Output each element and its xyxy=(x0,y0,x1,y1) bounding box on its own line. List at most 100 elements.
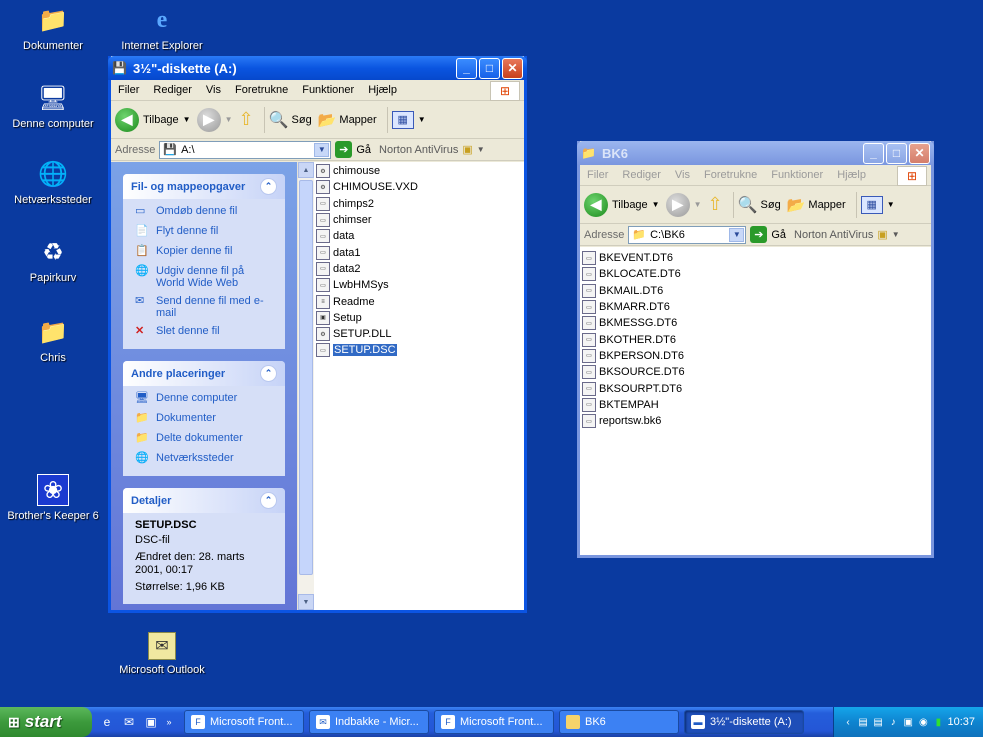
file-item[interactable]: ▭ data1 xyxy=(314,244,524,260)
menu-foretrukne[interactable]: Foretrukne xyxy=(228,84,295,96)
clock[interactable]: 10:37 xyxy=(947,716,975,728)
outlook-quicklaunch-icon[interactable]: ✉ xyxy=(120,713,138,731)
address-input[interactable]: 📁 C:\BK6 ▼ xyxy=(628,225,747,244)
place-netvaerkssteder[interactable]: 🌐 Netværkssteder xyxy=(135,452,275,466)
search-button[interactable]: 🔍 Søg xyxy=(738,195,781,215)
back-button[interactable]: ◀ Tilbage ▼ xyxy=(584,192,660,217)
window-diskette-titlebar[interactable]: 💾 3½"-diskette (A:) _ □ ✕ xyxy=(108,56,527,80)
menu-funktioner[interactable]: Funktioner xyxy=(295,84,361,96)
menu-hjaelp[interactable]: Hjælp xyxy=(830,169,873,181)
menu-foretrukne[interactable]: Foretrukne xyxy=(697,169,764,181)
file-item[interactable]: ⚙ CHIMOUSE.VXD xyxy=(314,179,524,195)
norton-antivirus-button[interactable]: Norton AntiVirus ▣ ▼ xyxy=(794,228,900,242)
menu-rediger[interactable]: Rediger xyxy=(146,84,199,96)
folders-button[interactable]: 📂 Mapper xyxy=(787,196,846,214)
file-item[interactable]: ▭ BKLOCATE.DT6 xyxy=(580,266,931,282)
file-item[interactable]: ⚙ SETUP.DLL xyxy=(314,326,524,342)
chevron-left-icon[interactable]: ‹ xyxy=(842,715,854,729)
monitor-tray-icon[interactable]: ◉ xyxy=(917,715,929,729)
forward-button[interactable]: ▶ ▼ xyxy=(196,107,233,132)
window-bk6-titlebar[interactable]: 📁 BK6 _ □ ✕ xyxy=(577,141,934,165)
file-item[interactable]: ▭ BKEVENT.DT6 xyxy=(580,250,931,266)
file-item[interactable]: ▭ chimser xyxy=(314,212,524,228)
back-button[interactable]: ◀ Tilbage ▼ xyxy=(115,107,191,132)
up-button[interactable]: ⇧ xyxy=(708,194,723,215)
file-item[interactable]: ⚙ chimouse xyxy=(314,163,524,179)
taskbar-button-frontpage-2[interactable]: F Microsoft Front... xyxy=(434,710,554,734)
menu-vis[interactable]: Vis xyxy=(199,84,228,96)
search-button[interactable]: 🔍 Søg xyxy=(269,110,312,130)
close-button[interactable]: ✕ xyxy=(909,142,930,164)
file-item[interactable]: ▭ reportsw.bk6 xyxy=(580,413,931,429)
views-button[interactable]: ▦ ▼ xyxy=(860,195,895,214)
menu-filer[interactable]: Filer xyxy=(580,169,615,181)
start-button[interactable]: ⊞ start xyxy=(0,707,92,737)
collapse-chevron-icon[interactable]: ⌃ xyxy=(260,365,277,382)
task-publish-web[interactable]: 🌐 Udgiv denne fil på World Wide Web xyxy=(135,265,275,289)
maximize-button[interactable]: □ xyxy=(886,142,907,164)
place-denne-computer[interactable]: 🖥 Denne computer xyxy=(135,392,275,406)
collapse-chevron-icon[interactable]: ⌃ xyxy=(260,178,277,195)
taskbar-button-diskette[interactable]: ▬ 3½"-diskette (A:) xyxy=(684,710,804,734)
desktop-icon-netvaerkssteder[interactable]: 🌐 Netværkssteder xyxy=(3,158,103,207)
file-item[interactable]: ▭ LwbHMSys xyxy=(314,277,524,293)
meter-tray-icon[interactable]: ▮ xyxy=(932,715,944,729)
minimize-button[interactable]: _ xyxy=(456,57,477,79)
taskbar-button-bk6[interactable]: BK6 xyxy=(559,710,679,734)
file-item[interactable]: ▭ BKPERSON.DT6 xyxy=(580,348,931,364)
file-item[interactable]: ▭ data2 xyxy=(314,261,524,277)
file-item-selected[interactable]: ▭ SETUP.DSC xyxy=(314,342,524,358)
task-rename-file[interactable]: ▭ Omdøb denne fil xyxy=(135,205,275,219)
file-item[interactable]: ▭ chimps2 xyxy=(314,196,524,212)
network-tray-icon[interactable]: ▤ xyxy=(857,715,869,729)
desktop-icon-papirkurv[interactable]: ♻ Papirkurv xyxy=(3,236,103,285)
address-input[interactable]: 💾 A:\ ▼ xyxy=(159,140,332,159)
desktop-icon-chris[interactable]: 📁 Chris xyxy=(3,316,103,365)
views-button[interactable]: ▦ ▼ xyxy=(391,110,426,129)
desktop-icon-internet-explorer[interactable]: e Internet Explorer xyxy=(112,4,212,53)
antivirus-tray-icon[interactable]: ▣ xyxy=(902,715,914,729)
task-copy-file[interactable]: 📋 Kopier denne fil xyxy=(135,245,275,259)
menu-rediger[interactable]: Rediger xyxy=(615,169,668,181)
other-places-header[interactable]: Andre placeringer ⌃ xyxy=(123,361,285,386)
desktop-quicklaunch-icon[interactable]: ▣ xyxy=(142,713,160,731)
forward-button[interactable]: ▶ ▼ xyxy=(665,192,702,217)
file-item[interactable]: ▭ BKOTHER.DT6 xyxy=(580,331,931,347)
norton-antivirus-button[interactable]: Norton AntiVirus ▣ ▼ xyxy=(379,143,485,157)
maximize-button[interactable]: □ xyxy=(479,57,500,79)
file-item[interactable]: ▭ data xyxy=(314,228,524,244)
minimize-button[interactable]: _ xyxy=(863,142,884,164)
close-button[interactable]: ✕ xyxy=(502,57,523,79)
file-item[interactable]: ▭ BKMARR.DT6 xyxy=(580,299,931,315)
window-diskette[interactable]: 💾 3½"-diskette (A:) _ □ ✕ Filer Rediger … xyxy=(108,56,527,613)
ie-quicklaunch-icon[interactable]: e xyxy=(98,713,116,731)
taskpane-scrollbar[interactable]: ▲ ▼ xyxy=(297,162,314,610)
desktop-icon-brothers-keeper[interactable]: ❀ Brother's Keeper 6 xyxy=(3,474,103,522)
folders-button[interactable]: 📂 Mapper xyxy=(318,111,377,129)
menu-funktioner[interactable]: Funktioner xyxy=(764,169,830,181)
taskbar-button-frontpage-1[interactable]: F Microsoft Front... xyxy=(184,710,304,734)
desktop-icon-outlook[interactable]: ✉ Microsoft Outlook xyxy=(112,632,212,676)
go-button[interactable]: ➔ Gå xyxy=(750,226,786,243)
address-dropdown-icon[interactable]: ▼ xyxy=(729,227,745,242)
desktop-icon-dokumenter[interactable]: 📁 Dokumenter xyxy=(3,4,103,53)
file-item[interactable]: ▭ BKTEMPAH xyxy=(580,397,931,413)
volume-icon[interactable]: ♪ xyxy=(887,715,899,729)
menu-filer[interactable]: Filer xyxy=(111,84,146,96)
taskbar-button-indbakke[interactable]: ✉ Indbakke - Micr... xyxy=(309,710,429,734)
task-move-file[interactable]: 📄 Flyt denne fil xyxy=(135,225,275,239)
details-header[interactable]: Detaljer ⌃ xyxy=(123,488,285,513)
window-bk6[interactable]: 📁 BK6 _ □ ✕ Filer Rediger Vis Foretrukne… xyxy=(577,141,934,558)
menu-vis[interactable]: Vis xyxy=(668,169,697,181)
chevron-right-icon[interactable]: » xyxy=(164,713,174,731)
file-item[interactable]: ▭ BKSOURCE.DT6 xyxy=(580,364,931,380)
file-item[interactable]: ▭ BKMESSG.DT6 xyxy=(580,315,931,331)
desktop-icon-denne-computer[interactable]: 🖥 Denne computer xyxy=(3,82,103,131)
place-delte-dokumenter[interactable]: 📁 Delte dokumenter xyxy=(135,432,275,446)
file-item[interactable]: ▣ Setup xyxy=(314,310,524,326)
address-dropdown-icon[interactable]: ▼ xyxy=(314,142,330,157)
scroll-up-icon[interactable]: ▲ xyxy=(298,162,314,178)
network-tray-icon[interactable]: ▤ xyxy=(872,715,884,729)
menu-hjaelp[interactable]: Hjælp xyxy=(361,84,404,96)
file-item[interactable]: ▭ BKSOURPT.DT6 xyxy=(580,380,931,396)
